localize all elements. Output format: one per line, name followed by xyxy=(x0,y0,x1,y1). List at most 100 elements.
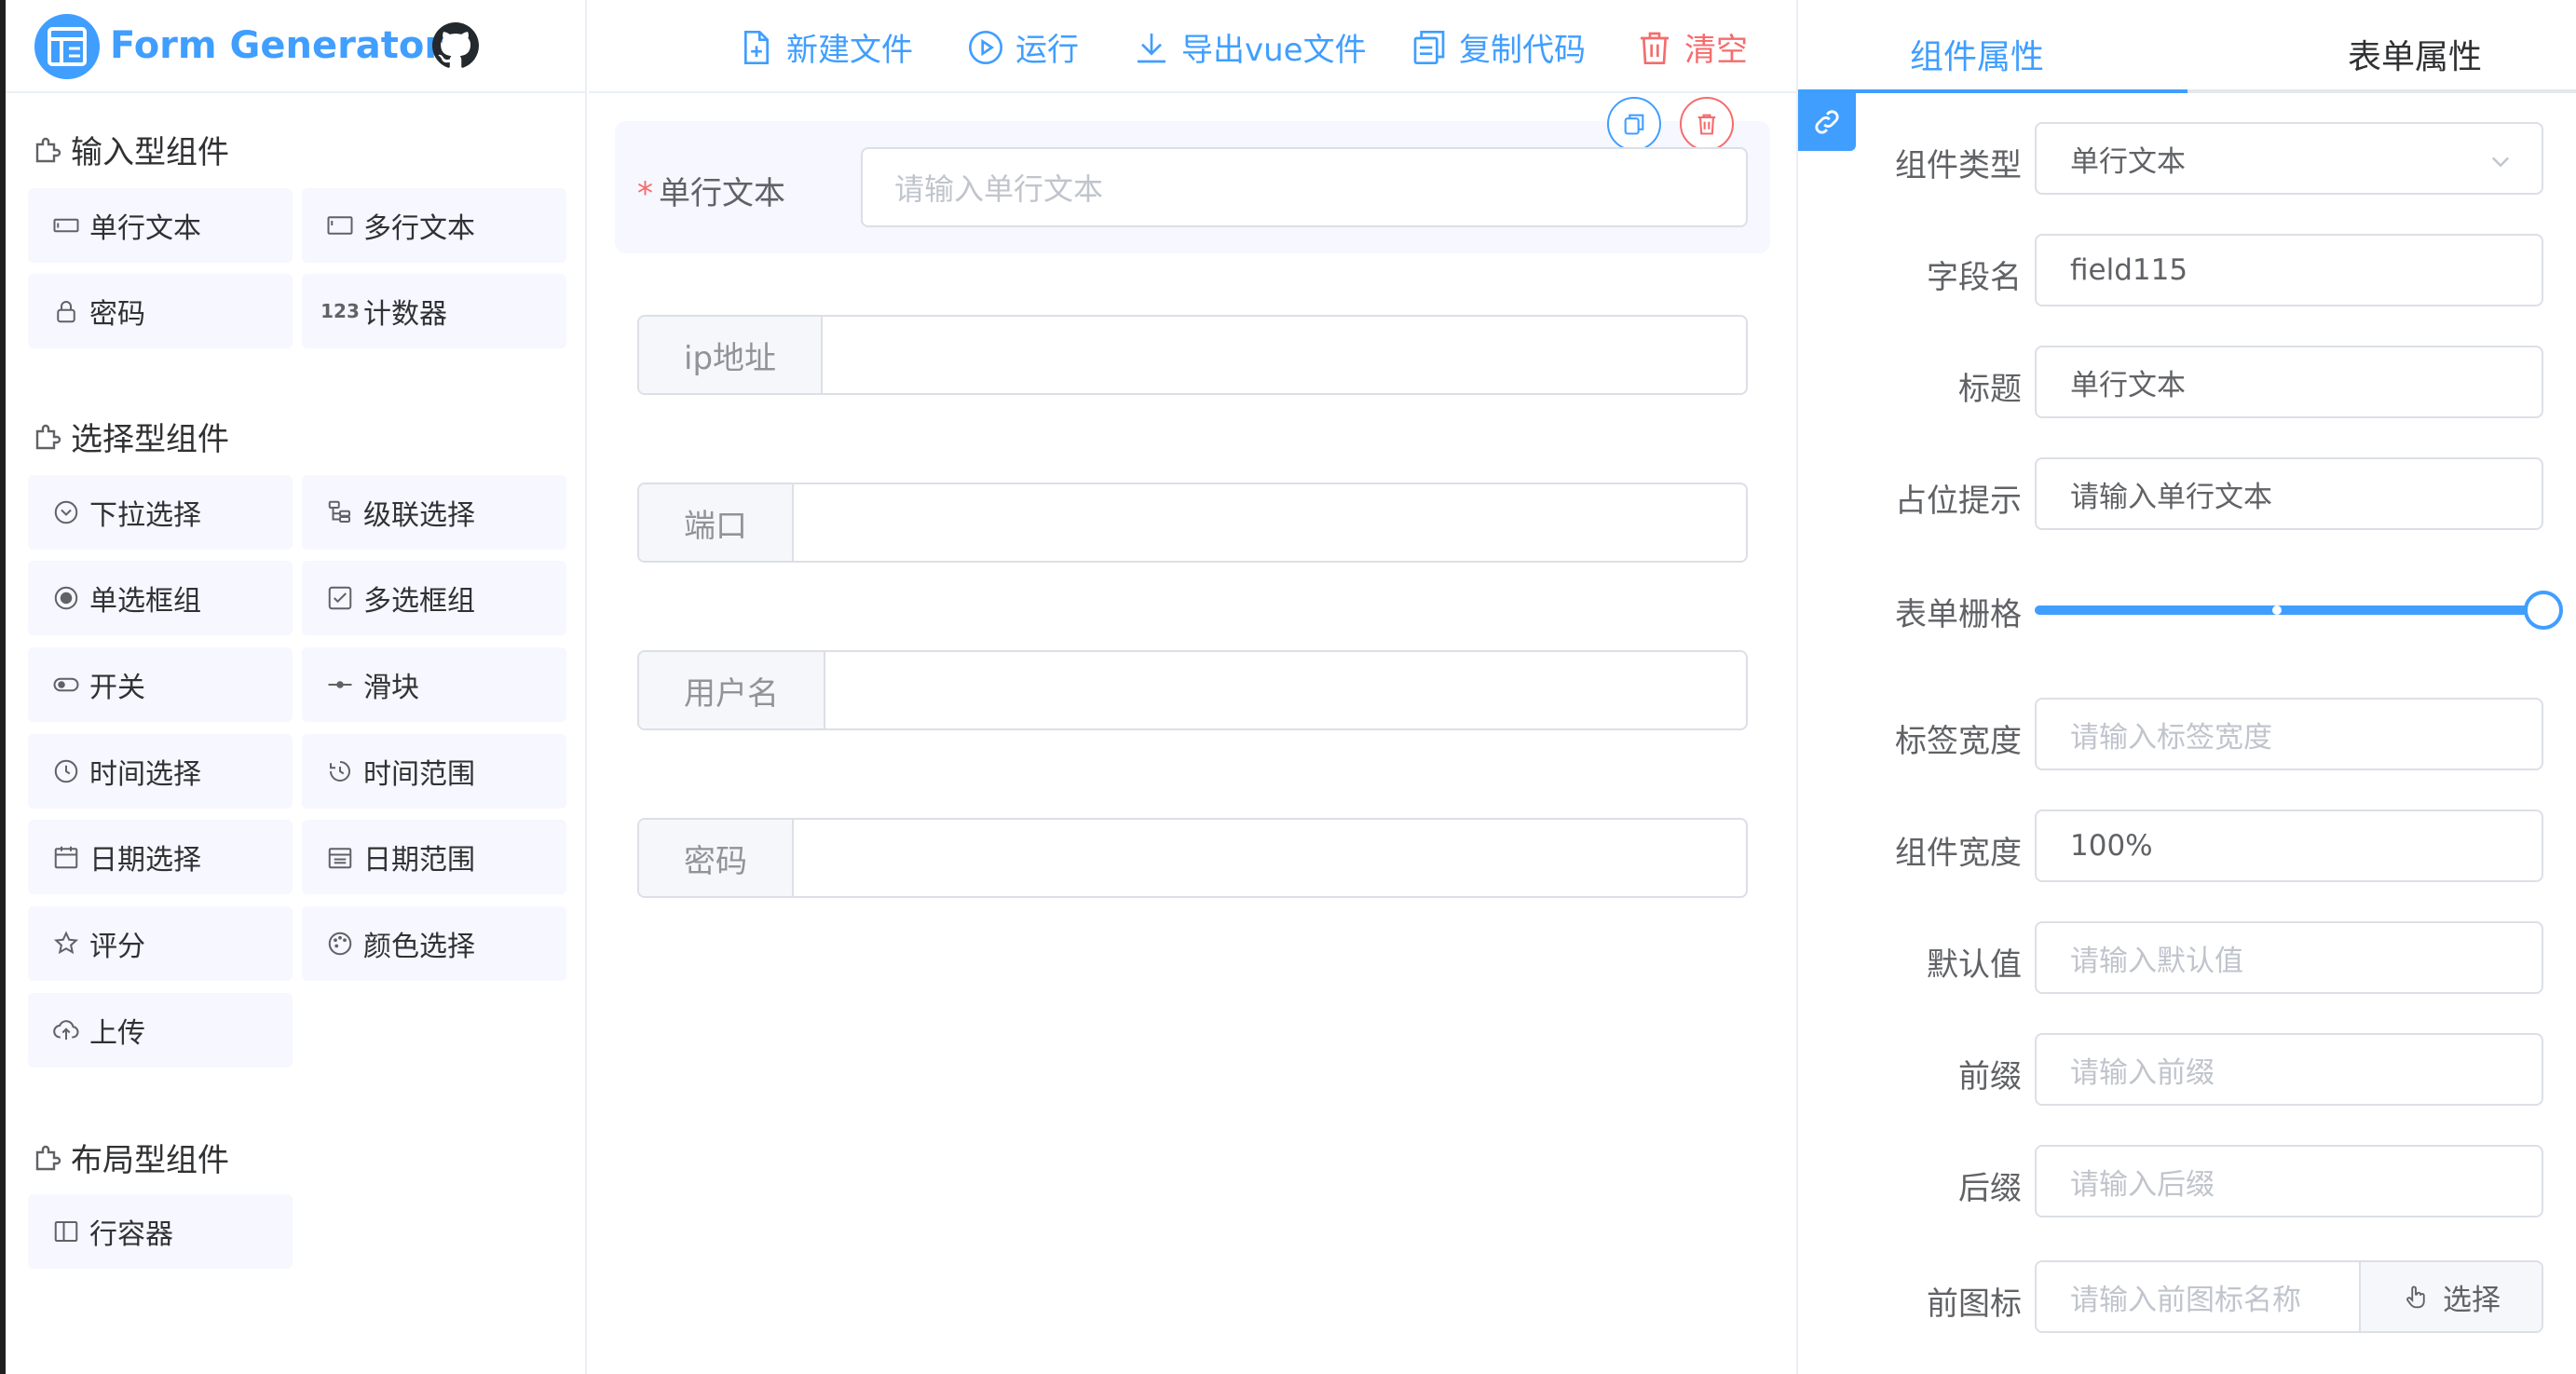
copy-document-icon xyxy=(1411,29,1448,66)
switch-icon xyxy=(52,671,80,699)
comp-password[interactable]: 密码 xyxy=(28,274,293,348)
app-title: Form Generator xyxy=(110,24,443,67)
username-prepend: 用户名 xyxy=(639,652,825,728)
span-slider-handle[interactable] xyxy=(2524,591,2563,630)
puzzle-icon xyxy=(32,1141,65,1175)
puzzle-icon xyxy=(32,420,65,454)
logo-bar: Form Generator xyxy=(6,0,587,93)
comp-time-picker[interactable]: 时间选择 xyxy=(28,734,293,809)
active-field-label: * 单行文本 xyxy=(637,175,785,212)
trash-icon xyxy=(1694,111,1720,137)
comp-counter[interactable]: 123 计数器 xyxy=(302,274,566,348)
section-title-select: 选择型组件 xyxy=(32,414,229,459)
comp-rate[interactable]: 评分 xyxy=(28,906,293,981)
checkbox-icon xyxy=(326,584,354,612)
calendar-icon xyxy=(52,843,80,871)
number-icon: 123 xyxy=(320,300,360,322)
password-prepend: 密码 xyxy=(639,820,794,896)
prefix-input[interactable]: 请输入前缀 xyxy=(2035,1033,2543,1106)
pointer-hand-icon xyxy=(2402,1283,2430,1311)
logo-icon xyxy=(34,13,101,80)
prefix-icon-label: 前图标 xyxy=(1927,1286,2022,1323)
comp-slider[interactable]: 滑块 xyxy=(302,647,566,722)
comp-upload[interactable]: 上传 xyxy=(28,993,293,1068)
port-prepend: 端口 xyxy=(639,484,794,561)
component-sidebar: Form Generator 输入型组件 选择型组件 布局型组件 单行文本 多行… xyxy=(0,0,587,1374)
comp-single-line-text[interactable]: 单行文本 xyxy=(28,188,293,263)
tab-form-props[interactable]: 表单属性 xyxy=(2348,30,2482,78)
delete-item-button[interactable] xyxy=(1680,97,1734,151)
comp-width-input[interactable]: 100% xyxy=(2035,809,2543,882)
active-field-input[interactable]: 请输入单行文本 xyxy=(861,147,1748,227)
clear-button[interactable]: 清空 xyxy=(1636,24,1748,70)
suffix-input[interactable]: 请输入后缀 xyxy=(2035,1145,2543,1218)
comp-switch[interactable]: 开关 xyxy=(28,647,293,722)
comp-width-label: 组件宽度 xyxy=(1895,835,2022,872)
upload-cloud-icon xyxy=(52,1016,80,1044)
copy-code-button[interactable]: 复制代码 xyxy=(1411,24,1586,70)
comp-checkbox-group[interactable]: 多选框组 xyxy=(302,561,566,635)
comp-multi-line-text[interactable]: 多行文本 xyxy=(302,188,566,263)
placeholder-input[interactable]: 请输入单行文本 xyxy=(2035,457,2543,530)
label-width-input[interactable]: 请输入标签宽度 xyxy=(2035,698,2543,770)
date-range-icon xyxy=(326,843,354,871)
comp-radio-group[interactable]: 单选框组 xyxy=(28,561,293,635)
comp-select[interactable]: 下拉选择 xyxy=(28,475,293,550)
copy-item-button[interactable] xyxy=(1607,97,1661,151)
new-file-icon xyxy=(738,29,775,66)
title-input[interactable]: 单行文本 xyxy=(2035,346,2543,418)
default-value-label: 默认值 xyxy=(1927,946,2022,984)
chevron-down-icon xyxy=(2487,148,2514,174)
time-range-icon xyxy=(326,757,354,785)
link-icon xyxy=(1811,106,1843,138)
comp-time-range[interactable]: 时间范围 xyxy=(302,734,566,809)
clock-icon xyxy=(52,757,80,785)
field-name-label: 字段名 xyxy=(1927,259,2022,296)
section-title-layout: 布局型组件 xyxy=(32,1135,229,1180)
password-input-group[interactable]: 密码 xyxy=(637,818,1748,898)
type-select[interactable]: 单行文本 xyxy=(2035,122,2543,195)
comp-color-picker[interactable]: 颜色选择 xyxy=(302,906,566,981)
play-icon xyxy=(967,29,1004,66)
comp-cascader[interactable]: 级联选择 xyxy=(302,475,566,550)
label-width-label: 标签宽度 xyxy=(1895,723,2022,760)
ip-address-input-group[interactable]: ip地址 xyxy=(637,315,1748,395)
prefix-label: 前缀 xyxy=(1958,1058,2022,1095)
span-slider-track[interactable] xyxy=(2035,605,2543,615)
properties-panel: 组件属性 表单属性 组件类型 单行文本 字段名 field115 标题 单行文本… xyxy=(1796,0,2576,1374)
span-slider-stop xyxy=(2272,605,2282,615)
username-input-group[interactable]: 用户名 xyxy=(637,650,1748,730)
cascader-icon xyxy=(326,498,354,526)
tab-component-props[interactable]: 组件属性 xyxy=(1910,30,2044,78)
github-icon[interactable] xyxy=(432,22,479,69)
copy-icon xyxy=(1621,111,1647,137)
columns-icon xyxy=(52,1218,80,1245)
default-value-input[interactable]: 请输入默认值 xyxy=(2035,921,2543,994)
radio-icon xyxy=(52,584,80,612)
export-vue-button[interactable]: 导出vue文件 xyxy=(1133,24,1367,70)
form-canvas xyxy=(589,95,1796,1374)
run-button[interactable]: 运行 xyxy=(967,24,1079,70)
type-label: 组件类型 xyxy=(1895,147,2022,184)
input-icon xyxy=(52,211,80,239)
puzzle-icon xyxy=(32,133,65,167)
port-input-group[interactable]: 端口 xyxy=(637,483,1748,563)
lock-icon xyxy=(52,297,80,325)
comp-date-range[interactable]: 日期范围 xyxy=(302,820,566,894)
textarea-icon xyxy=(326,211,354,239)
suffix-label: 后缀 xyxy=(1958,1170,2022,1207)
field-name-input[interactable]: field115 xyxy=(2035,234,2543,306)
prefix-icon-input[interactable]: 请输入前图标名称 选择 xyxy=(2035,1260,2543,1333)
span-slider-fill xyxy=(2035,605,2543,615)
comp-row-container[interactable]: 行容器 xyxy=(28,1194,293,1269)
slider-icon xyxy=(326,671,354,699)
section-title-input: 输入型组件 xyxy=(32,127,229,172)
ip-address-prepend: ip地址 xyxy=(639,317,824,393)
download-icon xyxy=(1133,29,1170,66)
toolbar: 新建文件 运行 导出vue文件 复制代码 清空 xyxy=(589,0,1796,93)
tab-active-indicator xyxy=(1798,89,2188,93)
comp-date-picker[interactable]: 日期选择 xyxy=(28,820,293,894)
title-label: 标题 xyxy=(1958,371,2022,408)
new-file-button[interactable]: 新建文件 xyxy=(738,24,913,70)
select-icon-button[interactable]: 选择 xyxy=(2359,1262,2542,1331)
